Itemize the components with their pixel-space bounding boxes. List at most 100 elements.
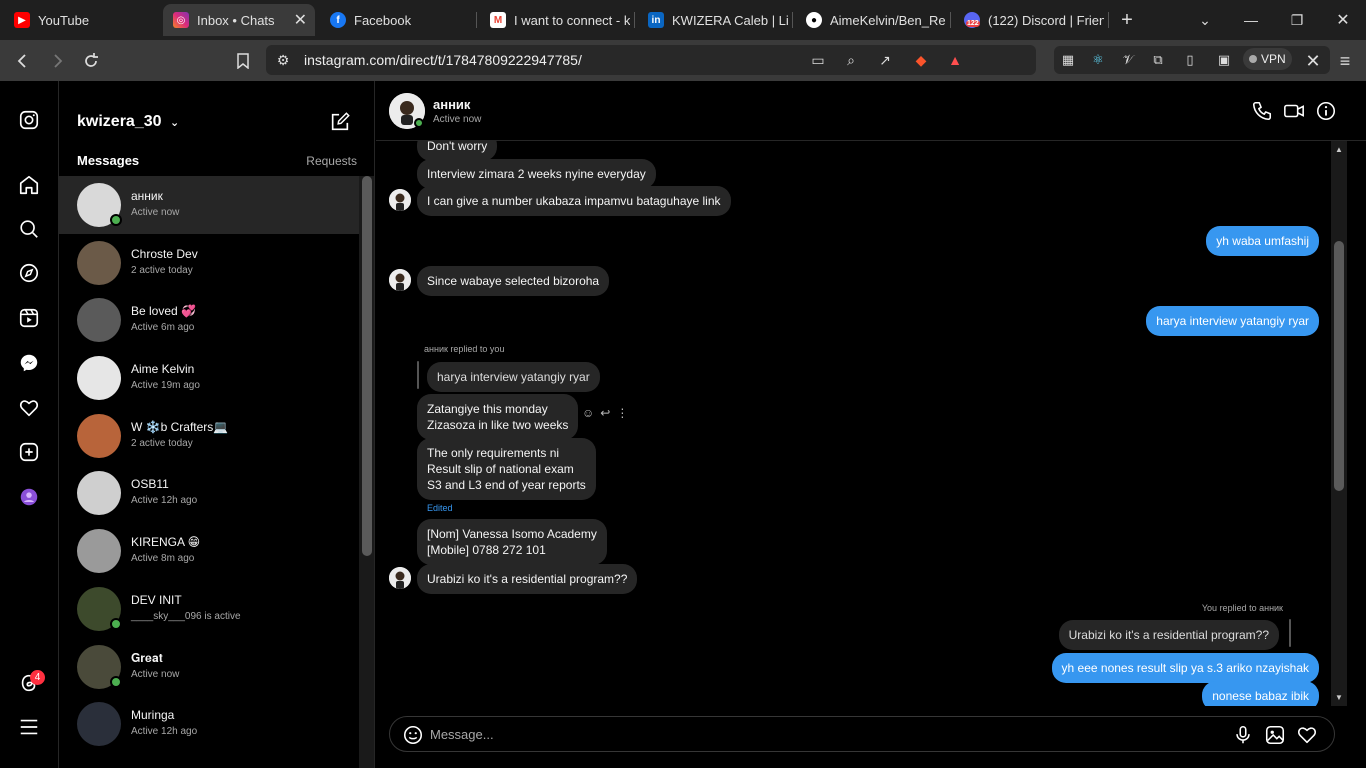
- tab-instagram[interactable]: ◎ Inbox • Chats ✕: [163, 4, 315, 36]
- message-bubble-sent[interactable]: harya interview yatangiy ryar: [1146, 306, 1319, 336]
- message-bubble-multiline[interactable]: Zatangiye this monday Zizasoza in like t…: [417, 394, 579, 440]
- react-emoji-icon[interactable]: ☺: [582, 406, 594, 420]
- message-bubble-sent[interactable]: yh eee nones result slip ya s.3 ariko nz…: [1051, 653, 1319, 683]
- message-bubble-sent[interactable]: nonese babaz ibik: [1202, 681, 1319, 706]
- close-tab-icon[interactable]: ✕: [294, 10, 307, 30]
- bookmark-button[interactable]: [232, 50, 254, 72]
- vpn-button[interactable]: VPN: [1243, 48, 1292, 70]
- wallet-icon[interactable]: ▣: [1214, 50, 1234, 70]
- tab-discord[interactable]: 122 (122) Discord | Friends: [954, 4, 1104, 36]
- phone-call-icon[interactable]: [1251, 100, 1273, 122]
- sender-avatar[interactable]: [389, 269, 411, 291]
- conversation-avatar: [77, 413, 121, 458]
- cast-icon[interactable]: ▭: [809, 51, 827, 69]
- scroll-up-icon[interactable]: ▲: [1335, 145, 1343, 154]
- conversation-info-icon[interactable]: [1315, 100, 1337, 122]
- conversation-item[interactable]: DEV INIT ____sky___096 is active: [59, 580, 359, 638]
- heart-notifications-icon[interactable]: [17, 396, 41, 420]
- conversation-item[interactable]: Chroste Dev 2 active today: [59, 234, 359, 292]
- emoji-picker-icon[interactable]: [402, 724, 424, 746]
- instagram-logo-icon[interactable]: [17, 108, 41, 132]
- voice-message-icon[interactable]: [1232, 724, 1254, 746]
- leo-ai-button[interactable]: ✕: [1302, 50, 1324, 72]
- tab-requests[interactable]: Requests: [306, 154, 357, 168]
- sidebar-icon[interactable]: ▯: [1180, 50, 1200, 70]
- close-window-button[interactable]: ✕: [1320, 0, 1366, 40]
- inbox-scrollbar[interactable]: [359, 176, 374, 768]
- forward-button[interactable]: [46, 50, 68, 72]
- share-icon[interactable]: ↗: [876, 51, 894, 69]
- message-bubble[interactable]: I can give a number ukabaza impamvu bata…: [417, 186, 731, 216]
- create-post-icon[interactable]: [17, 440, 41, 464]
- tab-youtube[interactable]: ▶ YouTube: [4, 4, 159, 36]
- conversation-item[interactable]: KIRENGA 😁 Active 8m ago: [59, 522, 359, 580]
- minimize-button[interactable]: —: [1228, 0, 1274, 40]
- zoom-icon[interactable]: ⌕: [842, 51, 860, 69]
- extensions-puzzle-icon[interactable]: ⧉: [1148, 50, 1168, 70]
- more-options-icon[interactable]: ⋮: [616, 406, 628, 420]
- message-bubble[interactable]: Interview zimara 2 weeks nyine everyday: [417, 159, 656, 189]
- back-button[interactable]: [12, 50, 34, 72]
- home-icon[interactable]: [17, 173, 41, 197]
- scroll-down-icon[interactable]: ▼: [1335, 693, 1343, 702]
- extension-v-icon[interactable]: 𝒱: [1118, 50, 1138, 70]
- reply-icon[interactable]: ↩: [600, 406, 610, 420]
- reels-icon[interactable]: [17, 306, 41, 330]
- explore-icon[interactable]: [17, 261, 41, 285]
- site-settings-icon[interactable]: ⚙: [274, 51, 292, 69]
- message-bubble-multiline[interactable]: The only requirements ni Result slip of …: [417, 438, 596, 500]
- message-bubble[interactable]: Urabizi ko it's a residential program??: [417, 564, 638, 594]
- browser-menu-button[interactable]: ≡: [1334, 50, 1356, 72]
- tab-facebook[interactable]: f Facebook: [320, 4, 470, 36]
- tab-linkedin[interactable]: in KWIZERA Caleb | Linked: [638, 4, 788, 36]
- online-indicator: [110, 675, 122, 688]
- heart-like-icon[interactable]: [1296, 724, 1318, 746]
- sender-avatar[interactable]: [389, 189, 411, 211]
- photo-upload-icon[interactable]: [1264, 724, 1286, 746]
- more-menu-icon[interactable]: [17, 715, 41, 739]
- tab-search-chevron-icon[interactable]: ⌄: [1182, 0, 1228, 40]
- conversation-item[interactable]: OSB11 Active 12h ago: [59, 464, 359, 522]
- message-bubble-sent[interactable]: yh waba umfashij: [1206, 226, 1319, 256]
- reply-quote[interactable]: harya interview yatangiy ryar: [427, 362, 600, 392]
- conversation-item[interactable]: Be loved 💞 Active 6m ago: [59, 291, 359, 349]
- compose-message-icon[interactable]: [329, 111, 351, 133]
- online-indicator: [414, 118, 424, 128]
- github-icon: ●: [806, 12, 822, 28]
- scrollbar-thumb[interactable]: [362, 176, 372, 556]
- url-text[interactable]: instagram.com/direct/t/17847809222947785…: [304, 52, 582, 68]
- qr-code-icon[interactable]: ▦: [1058, 50, 1078, 70]
- reload-button[interactable]: [80, 50, 102, 72]
- chat-header: анник Active now: [376, 81, 1366, 141]
- new-tab-button[interactable]: +: [1104, 0, 1150, 40]
- profile-avatar-icon[interactable]: [17, 485, 41, 509]
- sender-avatar[interactable]: [389, 567, 411, 589]
- message-bubble[interactable]: Since wabaye selected bizoroha: [417, 266, 610, 296]
- contact-name[interactable]: анник: [433, 97, 470, 112]
- search-icon[interactable]: [17, 217, 41, 241]
- react-devtools-icon[interactable]: ⚛: [1088, 50, 1108, 70]
- scrollbar-thumb[interactable]: [1334, 241, 1344, 491]
- tab-messages[interactable]: Messages: [77, 153, 139, 168]
- message-input[interactable]: [430, 724, 1210, 744]
- brave-rewards-icon[interactable]: ▲: [946, 51, 964, 69]
- message-thread[interactable]: Don't worry Interview zimara 2 weeks nyi…: [376, 141, 1331, 706]
- conversation-item[interactable]: Aime Kelvin Active 19m ago: [59, 349, 359, 407]
- reply-quote[interactable]: Urabizi ko it's a residential program??: [1058, 620, 1279, 650]
- messenger-icon[interactable]: [17, 351, 41, 375]
- brave-shield-icon[interactable]: ◆: [912, 51, 930, 69]
- video-call-icon[interactable]: [1283, 100, 1305, 122]
- tab-github[interactable]: ● AimeKelvin/Ben_Real: [796, 4, 946, 36]
- message-bubble-multiline[interactable]: [Nom] Vanessa Isomo Academy [Mobile] 078…: [417, 519, 607, 565]
- message-bubble[interactable]: Don't worry: [417, 141, 498, 161]
- conversation-item[interactable]: анник Active now: [59, 176, 359, 234]
- maximize-button[interactable]: ❐: [1274, 0, 1320, 40]
- tab-gmail[interactable]: M I want to connect - kw: [480, 4, 630, 36]
- account-switcher[interactable]: kwizera_30 ⌄: [77, 113, 179, 131]
- conversation-item[interactable]: Muringa Active 12h ago: [59, 695, 359, 753]
- conversation-item[interactable]: W ❄️b Crafters💻 2 active today: [59, 407, 359, 465]
- conversation-item[interactable]: 𝐆𝐫𝐞𝐚𝐭 Active now: [59, 638, 359, 696]
- address-bar[interactable]: ⚙ instagram.com/direct/t/178478092229477…: [266, 45, 1036, 75]
- chat-scrollbar[interactable]: ▲ ▼: [1331, 141, 1347, 706]
- tab-separator: [950, 12, 951, 28]
